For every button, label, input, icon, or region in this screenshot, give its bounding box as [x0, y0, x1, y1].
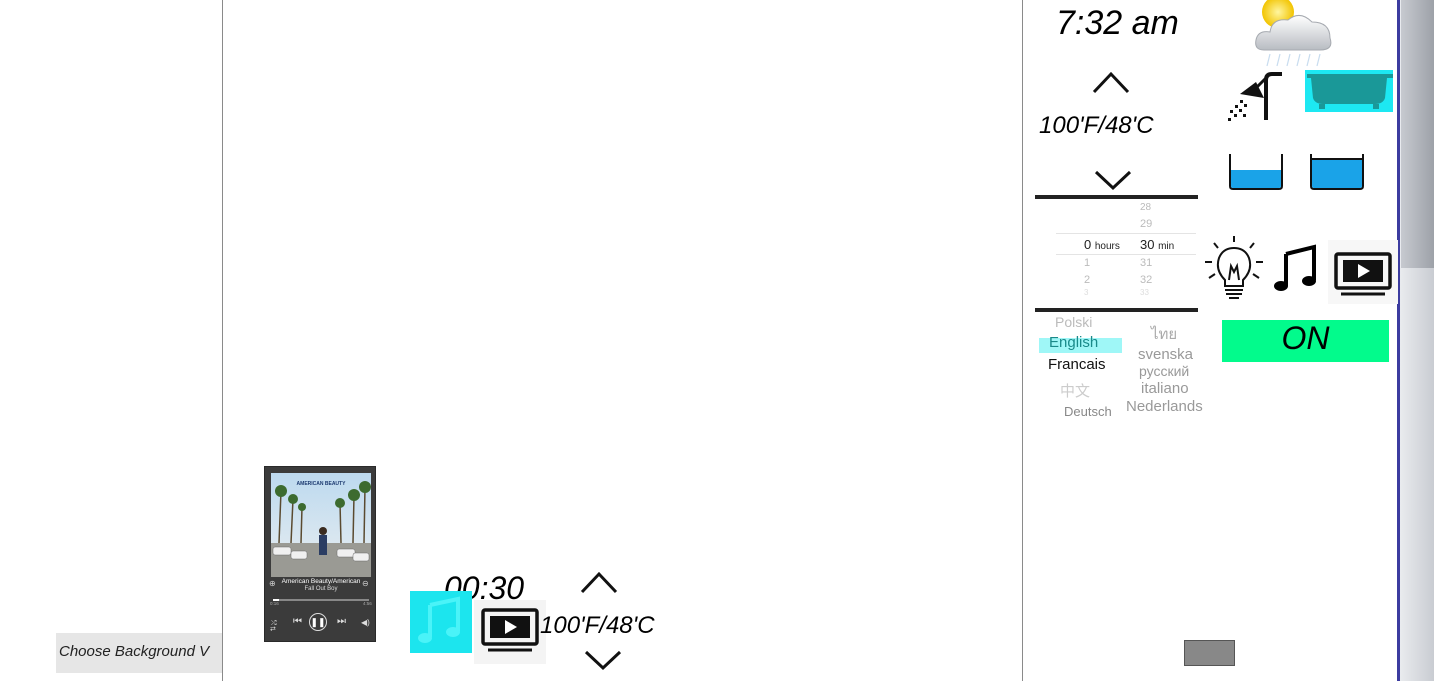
shower-button[interactable] [1226, 72, 1286, 129]
chevron-down-icon [1094, 170, 1132, 191]
album-art: AMERICAN BEAUTY [271, 473, 371, 577]
language-svenska[interactable]: svenska [1138, 346, 1193, 363]
right-panel-divider [1022, 0, 1023, 681]
choose-background-dropdown[interactable]: Choose Background V [56, 633, 222, 673]
power-on-button[interactable]: ON [1222, 320, 1389, 362]
bottom-temp-up-button[interactable] [580, 570, 620, 601]
language-nederlands[interactable]: Nederlands [1126, 398, 1203, 415]
svg-text:AMERICAN BEAUTY: AMERICAN BEAUTY [297, 481, 347, 487]
language-italiano[interactable]: italiano [1141, 380, 1189, 397]
water-bucket-icon [1229, 154, 1283, 190]
tv-play-icon [481, 608, 539, 652]
picker-minute-option[interactable]: 32 [1140, 274, 1152, 286]
repeat-icon[interactable]: ⇄ [270, 625, 276, 633]
language-polski[interactable]: Polski [1055, 314, 1092, 330]
volume-icon[interactable]: ◀) [361, 618, 370, 627]
picker-hour-option[interactable]: 2 [1084, 274, 1090, 286]
lights-button[interactable] [1205, 236, 1263, 307]
weather-widget [1250, 0, 1336, 68]
track-title: American Beauty/American [281, 578, 361, 585]
chevron-up-icon [1092, 71, 1130, 94]
previous-track-icon[interactable]: ⏮ [293, 616, 302, 627]
track-duration: 4:56 [363, 601, 372, 606]
temperature-readout: 100'F/48'C [1039, 112, 1154, 139]
tv-play-icon [1334, 252, 1392, 296]
duration-picker[interactable]: 28 29 0 hours 30 min 1 31 2 32 3 33 [1056, 200, 1198, 306]
picker-hour-option[interactable]: 1 [1084, 257, 1090, 269]
elapsed-time: 0:16 [270, 601, 279, 606]
bottom-temperature-readout: 100'F/48'C [540, 612, 655, 639]
picker-minute-option[interactable]: 31 [1140, 257, 1152, 269]
picker-minutes-selected[interactable]: 30 min [1140, 237, 1174, 252]
tv-button[interactable] [1328, 240, 1398, 304]
left-divider [222, 0, 223, 681]
language-francais[interactable]: Francais [1048, 356, 1106, 373]
track-artist: Fall Out Boy [304, 586, 338, 592]
chevron-up-icon [580, 571, 618, 594]
partly-cloudy-rain-icon [1255, 0, 1332, 67]
settings-button[interactable] [1184, 640, 1235, 666]
bath-mode-button[interactable] [1305, 70, 1395, 112]
picker-minute-option[interactable]: 33 [1140, 288, 1149, 297]
album-art-image: AMERICAN BEAUTY [271, 473, 371, 577]
playback-progress-bar[interactable] [273, 599, 369, 601]
temp-up-button[interactable] [1092, 70, 1132, 101]
picker-minute-option[interactable]: 29 [1140, 218, 1152, 230]
language-russian[interactable]: русский [1139, 363, 1189, 379]
music-note-icon [418, 596, 460, 643]
pause-icon[interactable]: ❚❚ [309, 613, 327, 631]
music-player-card[interactable]: AMERICAN BEAUTY American Beauty/American… [264, 466, 376, 642]
language-thai[interactable]: ไทย [1151, 322, 1177, 346]
shower-icon [1228, 72, 1282, 121]
water-level-button-2[interactable] [1309, 152, 1365, 197]
chevron-down-icon [584, 650, 622, 671]
clock: 7:32 am [1056, 4, 1179, 42]
scrollbar-thumb[interactable] [1401, 0, 1434, 268]
tv-mode-button[interactable] [474, 600, 546, 664]
language-deutsch[interactable]: Deutsch [1064, 404, 1112, 419]
add-icon[interactable]: ⊕ [269, 579, 276, 588]
temp-down-button[interactable] [1094, 168, 1134, 197]
picker-hours-selected[interactable]: 0 hours [1084, 237, 1120, 252]
language-english[interactable]: English [1049, 334, 1098, 351]
picker-hour-option[interactable]: 3 [1084, 288, 1088, 297]
music-note-icon [1274, 244, 1316, 291]
divider-rule [1035, 308, 1198, 312]
picker-minute-option[interactable]: 28 [1140, 202, 1151, 213]
water-bucket-icon [1310, 154, 1364, 190]
light-bulb-icon [1205, 236, 1263, 299]
more-icon[interactable]: ⊖ [362, 579, 369, 588]
music-mode-button[interactable] [410, 591, 472, 653]
next-track-icon[interactable]: ⏭ [337, 616, 346, 627]
divider-rule [1035, 195, 1198, 199]
bathtub-icon [1307, 74, 1395, 109]
bottom-temp-down-button[interactable] [584, 648, 624, 677]
music-button[interactable] [1272, 244, 1318, 300]
language-chinese[interactable]: 中文 [1060, 380, 1090, 401]
water-level-button-1[interactable] [1228, 152, 1284, 197]
